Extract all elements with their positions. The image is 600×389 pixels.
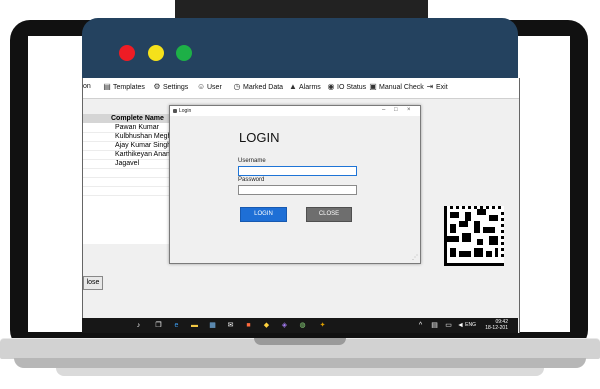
menu-item-label: on [83,83,91,90]
login-button[interactable]: LOGIN [240,207,287,222]
app-icon-3[interactable]: ◍ [298,321,307,330]
menu-item-on[interactable]: on [83,83,91,90]
menu-item-label: User [207,83,222,91]
close-dot[interactable] [119,45,135,61]
maximize-icon[interactable]: □ [394,107,398,113]
document-icon: ▤ [103,82,111,91]
network-icon[interactable]: ▤ [430,321,439,330]
menu-item-exit[interactable]: ⇥ Exit [426,83,448,91]
password-label: Password [238,177,265,183]
folder-icon[interactable]: ▬ [190,321,199,330]
clock[interactable]: 09:42 18-12-201 [485,319,508,331]
exit-icon: ⇥ [426,82,434,91]
eye-icon: ◉ [327,82,335,91]
menu-item-label: Settings [163,83,189,91]
background-close-button[interactable]: lose [83,276,103,290]
menu-item-marked-data[interactable]: ◷ Marked Data [233,82,284,91]
laptop-top-band [175,0,428,20]
clock-date: 18-12-201 [485,325,508,331]
close-icon[interactable]: × [407,107,411,113]
menu-item-io-status[interactable]: ◉ IO Status [327,82,367,91]
password-input[interactable] [238,185,357,195]
close-button[interactable]: CLOSE [306,207,352,222]
app-icon-1[interactable]: ■ [244,321,253,330]
app-icon [173,109,177,113]
column-header-complete-name: Complete Name [111,115,164,122]
user-icon: ☺ [197,82,206,91]
menu-item-label: Marked Data [243,83,284,91]
menu-item-label: Manual Check [379,83,424,91]
store-icon[interactable]: ▦ [208,321,217,330]
menu-item-label: Alarms [299,83,321,91]
mail-icon[interactable]: ✉ [226,321,235,330]
resize-grip-icon[interactable]: ⋰ [412,254,418,261]
table-cell: Pawan Kumar [115,124,159,131]
taskbar: ♪ ❐ e ▬ ▦ ✉ ■ ◆ ◈ ◍ ✦ ^ ▤ ▭ ◄ ENG 09:42 … [82,318,518,333]
bell-icon: ▲ [289,82,297,91]
laptop-base-shadow [14,358,586,368]
language-indicator[interactable]: ENG [465,322,476,328]
task-view-icon[interactable]: ❐ [154,321,163,330]
menu-item-user[interactable]: ☺ User [197,83,222,91]
volume-icon[interactable]: ◄ [456,321,465,330]
battery-icon[interactable]: ▭ [444,321,453,330]
app-icon-2[interactable]: ◆ [262,321,271,330]
laptop-foot-shadow [56,368,544,376]
minimize-icon[interactable]: – [382,107,385,113]
username-label: Username [238,158,266,164]
tray-chevron-icon[interactable]: ^ [416,321,425,330]
table-cell: Kulbhushan Meghal [115,133,177,140]
dialog-title: Login [179,108,192,114]
app-icon-4[interactable]: ✦ [318,321,327,330]
login-heading: LOGIN [239,130,280,145]
browser-icon[interactable]: e [172,321,181,330]
menu-item-templates[interactable]: ▤ Templates [103,83,145,91]
gear-icon: ⚙ [153,82,161,91]
clock-refresh-icon: ◷ [233,82,241,91]
menu-item-manual-check[interactable]: ▣ Manual Check [369,83,424,91]
login-dialog: Login – □ × LOGIN Username Password LOGI… [169,105,421,264]
menu-item-label: IO Status [337,83,367,91]
username-input[interactable] [238,166,357,176]
mic-icon[interactable]: ♪ [134,321,143,330]
window-header [82,18,518,78]
menu-item-label: Exit [436,83,448,91]
menu-bar: on ▤ Templates ⚙ Settings ☺ User ◷ Marke… [83,78,519,99]
table-cell: Jagavel [115,160,140,167]
laptop-notch [254,338,346,345]
clipboard-icon: ▣ [369,82,377,91]
minimize-dot[interactable] [148,45,164,61]
maximize-dot[interactable] [176,45,192,61]
visual-studio-icon[interactable]: ◈ [280,321,289,330]
menu-item-alarms[interactable]: ▲ Alarms [289,83,321,91]
menu-item-label: Templates [113,83,145,91]
table-cell: Ajay Kumar Singh [115,142,172,149]
data-matrix-code [444,206,504,266]
menu-item-settings[interactable]: ⚙ Settings [153,83,188,91]
dialog-title-bar: Login – □ × [170,106,420,116]
